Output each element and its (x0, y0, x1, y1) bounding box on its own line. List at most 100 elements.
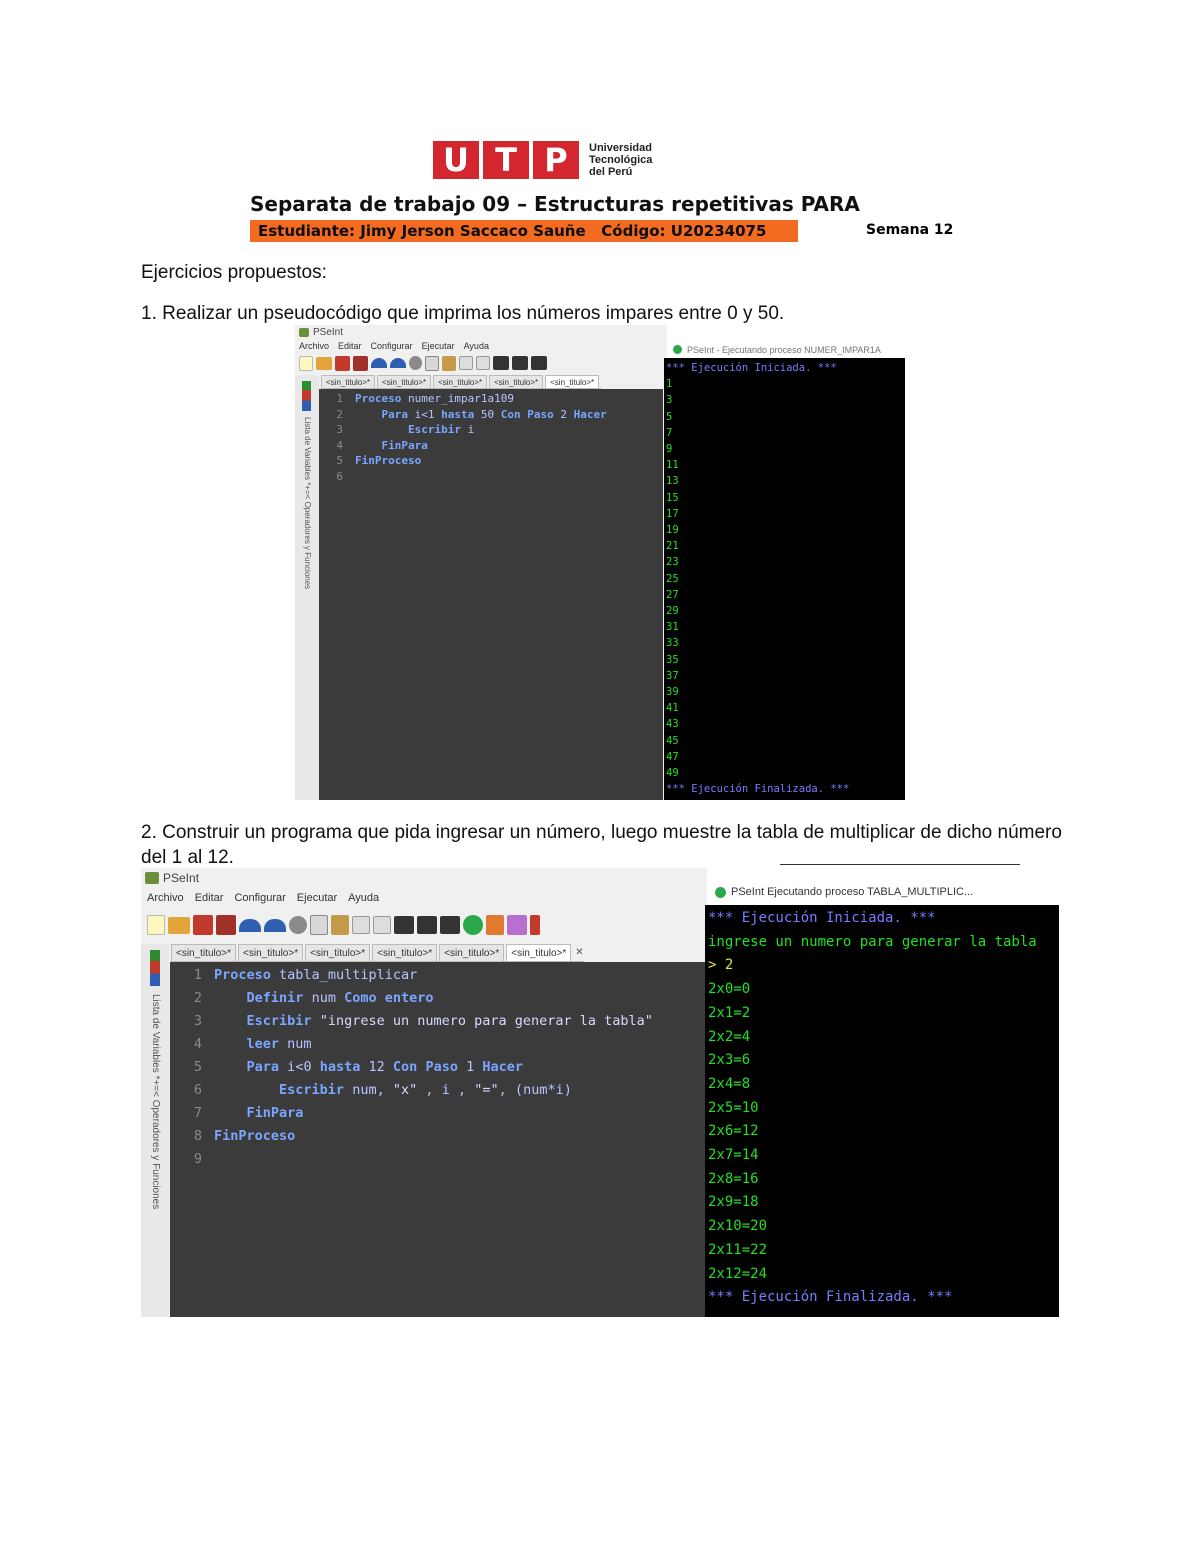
side-panel[interactable]: Lista de Variables *+=< Operadores y Fun… (295, 375, 319, 800)
indent-icon[interactable] (352, 916, 370, 934)
console-output-line: 29 (666, 605, 679, 618)
tab-file-5[interactable]: <sin_titulo>* (439, 944, 505, 961)
menu-ejecutar[interactable]: Ejecutar (422, 341, 455, 351)
tab-file-4[interactable]: <sin_titulo>* (489, 375, 544, 388)
menu-archivo[interactable]: Archivo (147, 892, 184, 904)
menu-archivo[interactable]: Archivo (299, 341, 329, 351)
code-line: 2 Definir num Como entero (170, 987, 707, 1010)
tab-file-1[interactable]: <sin_titulo>* (171, 944, 237, 961)
menu-ayuda[interactable]: Ayuda (464, 341, 489, 351)
console-output-line: 2x11=22 (708, 1241, 768, 1258)
paste-icon[interactable] (331, 915, 349, 935)
run-step-icon[interactable] (493, 356, 509, 370)
open-folder-icon[interactable] (316, 356, 332, 370)
tab-file-4[interactable]: <sin_titulo>* (372, 944, 438, 961)
copy-icon[interactable] (425, 355, 439, 371)
line-number: 3 (336, 423, 343, 437)
export-icon[interactable] (530, 915, 540, 935)
line-number: 7 (193, 1105, 202, 1121)
console-output-line: 2x5=10 (708, 1099, 759, 1116)
line-number: 2 (336, 407, 343, 421)
menu-editar[interactable]: Editar (195, 892, 224, 904)
console-output-line: 2x8=16 (708, 1170, 759, 1187)
debug-icon[interactable] (417, 916, 437, 934)
file-tabs: <sin_titulo>* <sin_titulo>* <sin_titulo>… (171, 944, 584, 962)
cut-icon[interactable] (289, 916, 307, 934)
tab-file-2[interactable]: <sin_titulo>* (238, 944, 304, 961)
side-panel[interactable]: Lista de Variables *+=< Operadores y Fun… (141, 944, 169, 1317)
line-code: Definir num Como entero (246, 990, 434, 1006)
console-output-line: 2x0=0 (708, 981, 751, 998)
console-output-line: 27 (666, 588, 679, 601)
line-code: Para i<0 hasta 12 Con Paso 1 Hacer (246, 1059, 524, 1075)
menu-ayuda[interactable]: Ayuda (348, 892, 379, 904)
find-icon[interactable] (476, 356, 490, 370)
new-file-icon[interactable] (299, 355, 313, 371)
redo-icon[interactable] (264, 918, 286, 932)
console-output-line: 31 (666, 621, 679, 634)
cut-icon[interactable] (409, 356, 422, 370)
line-code: FinPara (381, 438, 428, 452)
indent-icon[interactable] (459, 356, 473, 370)
save-icon[interactable] (193, 915, 213, 935)
code-line: 4 FinPara (319, 438, 663, 454)
tab-file-1[interactable]: <sin_titulo>* (321, 375, 376, 388)
console-output-line: 2x12=24 (708, 1265, 768, 1282)
console-title-bar-2: PSeInt Ejecutando proceso TABLA_MULTIPLI… (707, 880, 1059, 904)
console-output-line: 43 (666, 718, 679, 731)
paste-icon[interactable] (442, 355, 456, 371)
run-step-icon[interactable] (394, 916, 414, 934)
line-number: 4 (193, 1036, 202, 1052)
exercise2-statement: 2. Construir un programa que pida ingres… (141, 822, 1062, 868)
flow-icon[interactable] (531, 356, 547, 370)
menu-ejecutar[interactable]: Ejecutar (297, 892, 337, 904)
console-output-line: 19 (666, 524, 679, 537)
line-code: FinProceso (355, 454, 422, 468)
line-number: 1 (193, 967, 202, 983)
undo-icon[interactable] (371, 358, 387, 368)
menu-configurar[interactable]: Configurar (371, 341, 413, 351)
line-code: leer num (246, 1036, 312, 1052)
menu-configurar[interactable]: Configurar (234, 892, 285, 904)
copy-icon[interactable] (310, 915, 328, 935)
menu-editar[interactable]: Editar (338, 341, 362, 351)
code-line: 3 Escribir "ingrese un numero para gener… (170, 1010, 707, 1033)
code-line: 4 leer num (170, 1033, 707, 1056)
console-output-line: 2x6=12 (708, 1123, 759, 1140)
code-line: 6 (319, 469, 663, 485)
diagram-icon[interactable] (507, 915, 527, 935)
toolbar (299, 353, 550, 373)
console-output-line: 45 (666, 734, 679, 747)
find-icon[interactable] (373, 916, 391, 934)
line-number: 6 (193, 1082, 202, 1098)
tab-file-2[interactable]: <sin_titulo>* (377, 375, 432, 388)
save-icon[interactable] (335, 355, 350, 371)
flow-icon[interactable] (440, 916, 460, 934)
save-as-icon[interactable] (216, 915, 236, 935)
console-output: 1 3 5 7 9 11 13 15 17 19 21 23 25 27 29 31 33 35 37 39 41 43 4… (666, 376, 903, 781)
undo-icon[interactable] (239, 918, 261, 932)
side-panel-icon (150, 950, 160, 986)
close-tab-icon[interactable]: ✕ (575, 944, 583, 961)
tab-file-3[interactable]: <sin_titulo>* (433, 375, 488, 388)
console-output-line: 13 (666, 475, 679, 488)
console-output-line: 23 (666, 556, 679, 569)
save-as-icon[interactable] (353, 355, 368, 371)
redo-icon[interactable] (390, 358, 406, 368)
step-icon[interactable] (486, 915, 504, 935)
debug-icon[interactable] (512, 356, 528, 370)
tab-file-6[interactable]: <sin_titulo>* (506, 944, 572, 961)
pseint-logo-icon (299, 328, 309, 337)
console-start-message: *** Ejecución Iniciada. *** (666, 362, 837, 374)
open-folder-icon[interactable] (168, 916, 190, 934)
tab-file-5[interactable]: <sin_titulo>* (545, 375, 600, 388)
code-line: 1 Proceso numer_impar1a109 (319, 391, 663, 407)
tab-file-3[interactable]: <sin_titulo>* (305, 944, 371, 961)
code-editor[interactable]: 1 Proceso numer_impar1a109 2 Para i<1 hast… (319, 389, 663, 800)
console-window-1: *** Ejecución Iniciada. *** 1 3 5 7 9 11 13 15 1… (664, 358, 905, 800)
run-icon[interactable] (463, 915, 483, 935)
line-number: 8 (193, 1128, 202, 1144)
new-file-icon[interactable] (147, 915, 165, 935)
code-editor[interactable]: 1 Proceso tabla_multiplicar 2 Definir num … (170, 962, 707, 1317)
code-line: 6 Escribir num, "x" , i , "=", (num*i) (170, 1079, 707, 1102)
